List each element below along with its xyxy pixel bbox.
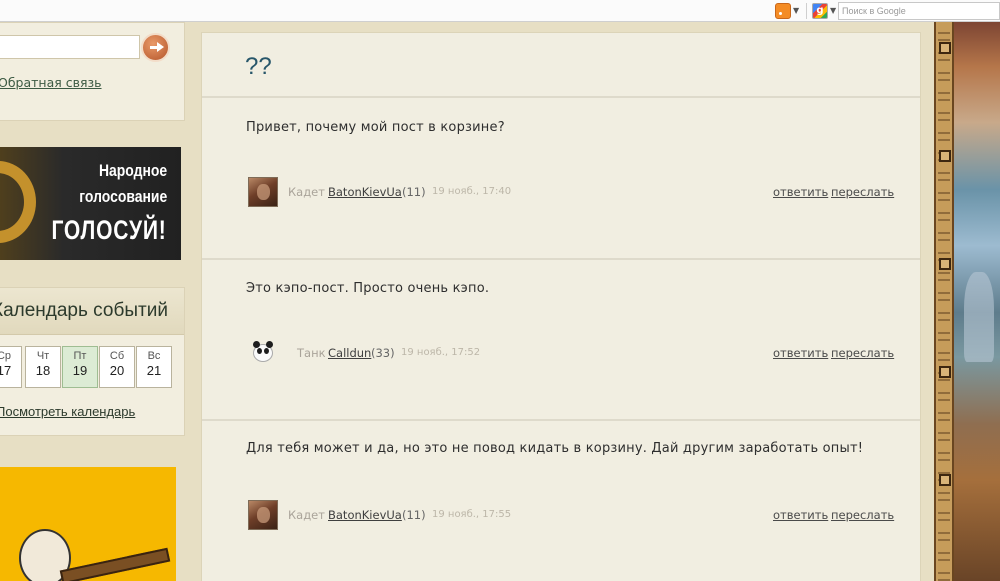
comment-item: Для тебя может и да, но это не повод кид… — [202, 421, 920, 581]
user-avatar-icon[interactable] — [248, 177, 278, 207]
comment-date: 19 нояб., 17:52 — [401, 347, 481, 358]
calendar-day[interactable]: Чт 18 — [25, 346, 61, 388]
feedback-link[interactable]: Обратная связь — [0, 75, 102, 90]
user-rating: (11) — [402, 185, 426, 199]
forward-link[interactable]: переслать — [831, 185, 894, 199]
forward-link[interactable]: переслать — [831, 346, 894, 360]
calendar-day-number: 18 — [35, 363, 51, 378]
comment-meta: Кадет BatonKievUa (11) 19 нояб., 17:40 о… — [246, 177, 896, 207]
google-search-input[interactable]: Поиск в Google — [838, 2, 1000, 20]
calendar-day-name: Вс — [147, 350, 161, 362]
user-rating: (33) — [371, 346, 395, 360]
calendar-day-number: 21 — [146, 363, 162, 378]
calendar-day-name: Ср — [0, 350, 12, 362]
calendar-day[interactable]: Сб 20 — [99, 346, 135, 388]
background-art — [954, 22, 1000, 581]
user-rank: Кадет — [288, 185, 325, 199]
comment-meta: Кадет BatonKievUa (11) 19 нояб., 17:55 о… — [246, 500, 896, 530]
vote-banner-cta: ГОЛОСУЙ! — [51, 215, 167, 245]
toolbar-divider — [806, 3, 807, 19]
comment-text: Для тебя может и да, но это не повод кид… — [246, 441, 864, 456]
banner-art-icon — [0, 161, 36, 243]
calendar-day-today[interactable]: Пт 19 — [62, 346, 98, 388]
calendar-day-name: Сб — [109, 350, 125, 362]
comment-date: 19 нояб., 17:55 — [432, 509, 512, 520]
comment-text: Привет, почему мой пост в корзине? — [246, 120, 505, 135]
calendar-day[interactable]: Ср 17 — [0, 346, 22, 388]
google-dropdown-icon[interactable]: ▼ — [830, 3, 836, 19]
rss-dropdown-icon[interactable]: ▼ — [793, 3, 799, 19]
search-go-button[interactable] — [141, 33, 170, 62]
calendar-title: Календарь событий — [0, 300, 168, 321]
comment-item: Это кэпо-пост. Просто очень кэпо. Танк C… — [202, 260, 920, 420]
site-search-input[interactable] — [0, 35, 140, 59]
user-rank: Танк — [297, 346, 326, 360]
google-icon[interactable]: g — [812, 3, 828, 19]
comment-item: Привет, почему мой пост в корзине? Кадет… — [202, 98, 920, 258]
username-link[interactable]: BatonKievUa — [328, 185, 402, 199]
weapon-art-icon — [59, 547, 171, 581]
decorative-border — [934, 22, 954, 581]
reply-link[interactable]: ответить — [773, 508, 828, 522]
calendar-day[interactable]: Вс 21 — [136, 346, 172, 388]
vote-banner[interactable]: Народное голосование ГОЛОСУЙ! — [0, 147, 181, 260]
username-link[interactable]: BatonKievUa — [328, 508, 402, 522]
user-rank: Кадет — [288, 508, 325, 522]
topic-title: ?? — [245, 53, 272, 80]
view-calendar-link[interactable]: Посмотреть календарь — [0, 404, 135, 419]
site-search-panel: Обратная связь — [0, 22, 185, 121]
calendar-day-name: Пт — [73, 350, 87, 362]
calendar-header: Календарь событий — [0, 288, 184, 335]
calendar-day-number: 20 — [109, 363, 125, 378]
topic-content: ?? Привет, почему мой пост в корзине? Ка… — [201, 32, 921, 581]
forward-link[interactable]: переслать — [831, 508, 894, 522]
user-avatar-icon[interactable] — [248, 500, 278, 530]
calendar-day-name: Чт — [36, 350, 50, 362]
promo-banner[interactable] — [0, 467, 176, 581]
browser-toolbar: ▼ g ▼ Поиск в Google — [0, 0, 1000, 22]
left-sidebar: Обратная связь Народное голосование ГОЛО… — [0, 22, 200, 581]
rss-icon[interactable] — [775, 3, 791, 19]
user-rating: (11) — [402, 508, 426, 522]
calendar-day-number: 19 — [72, 363, 88, 378]
comment-date: 19 нояб., 17:40 — [432, 186, 512, 197]
reply-link[interactable]: ответить — [773, 185, 828, 199]
username-link[interactable]: Calldun — [328, 346, 371, 360]
panda-avatar-icon[interactable] — [248, 338, 278, 368]
vote-banner-line1: Народное — [98, 161, 167, 180]
comment-text: Это кэпо-пост. Просто очень кэпо. — [246, 281, 490, 296]
reply-link[interactable]: ответить — [773, 346, 828, 360]
vote-banner-line2: голосование — [79, 187, 167, 206]
comment-meta: Танк Calldun (33) 19 нояб., 17:52 ответи… — [246, 338, 896, 368]
events-calendar-panel: Календарь событий Ср 17 Чт 18 Пт 19 Сб 2… — [0, 287, 185, 436]
calendar-day-number: 17 — [0, 363, 12, 378]
